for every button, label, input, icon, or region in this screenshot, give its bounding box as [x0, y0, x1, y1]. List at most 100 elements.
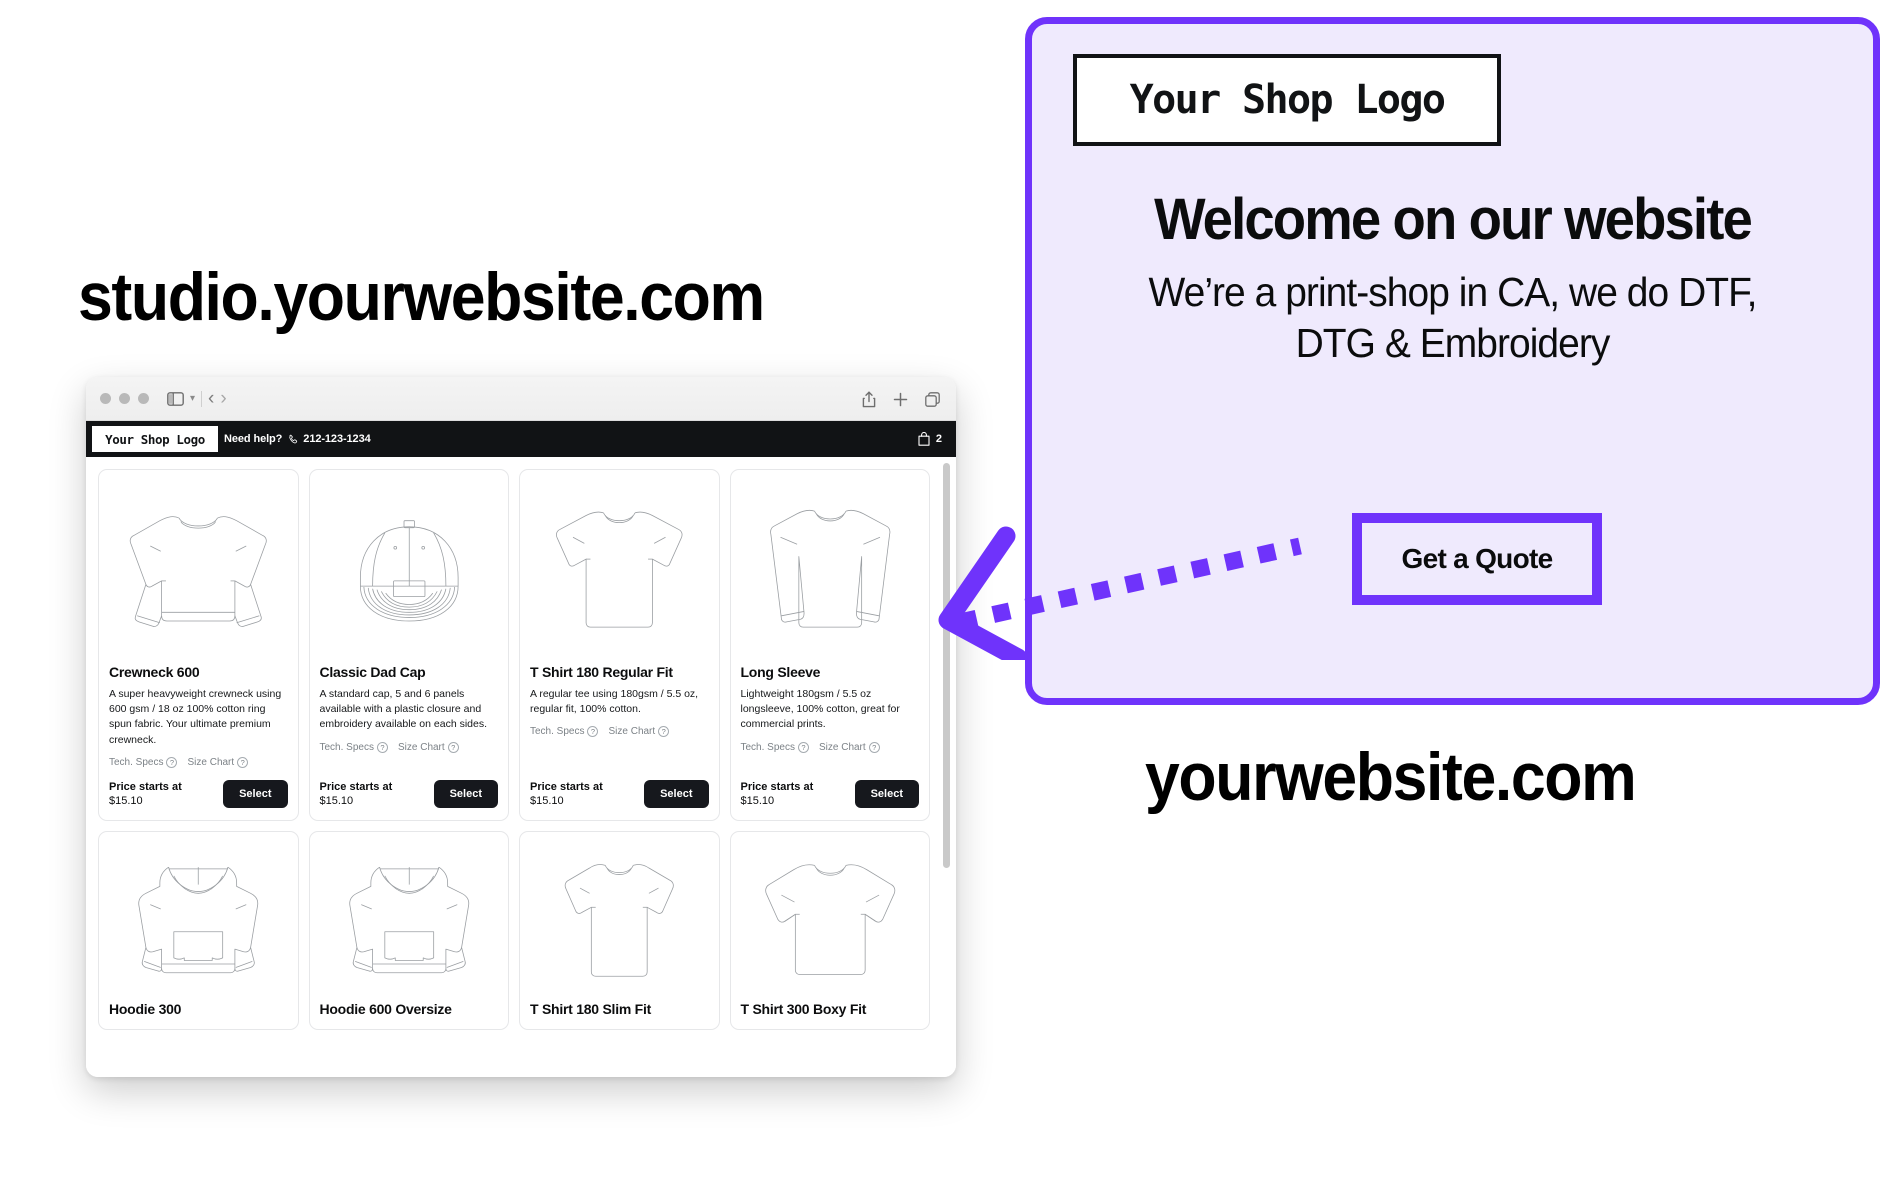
- product-meta: Tech. Specs ? Size Chart ?: [530, 726, 709, 738]
- product-description: A regular tee using 180gsm / 5.5 oz, reg…: [530, 688, 699, 716]
- product-price-row: Price starts at $15.10 Select: [319, 768, 498, 808]
- product-image-tshirt: [530, 842, 709, 997]
- product-image-tshirt: [530, 480, 709, 660]
- product-description: A super heavyweight crewneck using 600 g…: [109, 688, 282, 746]
- product-price: $15.10: [740, 795, 775, 808]
- chevron-down-icon[interactable]: ▾: [190, 393, 195, 404]
- product-title: T Shirt 300 Boxy Fit: [740, 1000, 867, 1017]
- shop-logo-badge[interactable]: Your Shop Logo: [90, 424, 220, 454]
- help-circle-icon[interactable]: ?: [868, 741, 880, 753]
- minimize-dot[interactable]: [119, 393, 130, 404]
- help-circle-icon[interactable]: ?: [237, 756, 249, 768]
- price-starts-at-label: Price starts at: [740, 781, 814, 794]
- phone-icon: [288, 434, 299, 445]
- product-price-row: Price starts at $15.10 Select: [109, 768, 288, 808]
- help-circle-icon[interactable]: ?: [797, 741, 809, 753]
- plus-icon[interactable]: [893, 392, 908, 407]
- product-title: Long Sleeve: [740, 664, 821, 680]
- product-card-hoodie-600-oversize[interactable]: Hoodie 600 Oversize: [308, 830, 509, 1030]
- browser-window: ▾ ‹ › Your Shop Logo Need help? 212-123-…: [86, 377, 956, 1077]
- select-button[interactable]: Select: [433, 779, 498, 808]
- product-meta: Tech. Specs ? Size Chart ?: [741, 741, 920, 753]
- browser-toolbar: ▾ ‹ ›: [86, 377, 956, 421]
- help-circle-icon[interactable]: ?: [166, 756, 178, 768]
- window-traffic-lights[interactable]: [100, 393, 149, 404]
- product-price: $15.10: [530, 795, 564, 808]
- product-card-t-shirt-180-regular-fit[interactable]: T Shirt 180 Regular Fit A regular tee us…: [519, 469, 720, 821]
- phone-link[interactable]: 212-123-1234: [288, 433, 371, 445]
- tech-specs-link[interactable]: Tech. Specs ?: [741, 741, 809, 753]
- product-image-boxytee: [741, 842, 920, 997]
- screenshot-root: studio.yourwebsite.com yourwebsite.com ▾: [0, 0, 1896, 1196]
- price-starts-at-label: Price starts at: [530, 781, 603, 794]
- size-chart-link[interactable]: Size Chart ?: [818, 741, 880, 753]
- product-grid: Crewneck 600 A super heavyweight crewnec…: [86, 457, 956, 1030]
- product-price-row: Price starts at $15.10 Select: [530, 768, 709, 808]
- cart-count: 2: [935, 433, 942, 445]
- product-card-classic-dad-cap[interactable]: Classic Dad Cap A standard cap, 5 and 6 …: [308, 469, 509, 821]
- product-image-hoodie: [109, 842, 288, 997]
- product-title: T Shirt 180 Slim Fit: [530, 1000, 652, 1017]
- need-help-label: Need help?: [224, 433, 283, 445]
- tech-specs-label: Tech. Specs: [530, 726, 585, 738]
- product-card-t-shirt-300-boxy-fit[interactable]: T Shirt 300 Boxy Fit: [729, 830, 930, 1030]
- forward-button[interactable]: ›: [220, 389, 226, 408]
- close-dot[interactable]: [100, 393, 111, 404]
- tech-specs-link[interactable]: Tech. Specs ?: [109, 756, 178, 768]
- product-catalog: Crewneck 600 A super heavyweight crewnec…: [86, 457, 956, 1077]
- product-description: A standard cap, 5 and 6 panels available…: [319, 688, 488, 731]
- site-url-heading: yourwebsite.com: [1145, 739, 1637, 815]
- product-card-crewneck-600[interactable]: Crewneck 600 A super heavyweight crewnec…: [98, 469, 299, 821]
- product-title: Classic Dad Cap: [319, 664, 426, 680]
- product-title: Crewneck 600: [109, 664, 200, 680]
- product-image-cap: [320, 480, 499, 660]
- product-image-longsleeve: [741, 480, 920, 660]
- product-description: Lightweight 180gsm / 5.5 oz longsleeve, …: [740, 688, 900, 731]
- toolbar-divider: [201, 390, 203, 407]
- product-image-crewneck: [109, 480, 288, 660]
- tech-specs-label: Tech. Specs: [319, 741, 374, 753]
- product-card-t-shirt-180-slim-fit[interactable]: T Shirt 180 Slim Fit: [519, 830, 720, 1030]
- tab-overview-icon[interactable]: [925, 391, 940, 407]
- product-title: T Shirt 180 Regular Fit: [530, 664, 673, 680]
- need-help-block: Need help? 212-123-1234: [224, 433, 371, 445]
- price-starts-at-label: Price starts at: [109, 781, 182, 794]
- cart-button[interactable]: 2: [918, 421, 942, 457]
- select-button[interactable]: Select: [223, 779, 288, 808]
- price-starts-at-label: Price starts at: [319, 781, 393, 794]
- product-price-row: Price starts at $15.10 Select: [740, 768, 919, 808]
- share-icon[interactable]: [862, 391, 876, 408]
- select-button[interactable]: Select: [854, 779, 919, 808]
- arrow-head-icon: [938, 526, 1028, 660]
- size-chart-label: Size Chart: [818, 741, 866, 753]
- studio-url-heading: studio.yourwebsite.com: [78, 259, 765, 335]
- size-chart-link[interactable]: Size Chart ?: [187, 756, 249, 768]
- tech-specs-link[interactable]: Tech. Specs ?: [530, 726, 599, 738]
- promo-shop-logo: Your Shop Logo: [1073, 54, 1501, 146]
- size-chart-link[interactable]: Size Chart ?: [398, 741, 459, 753]
- get-a-quote-button[interactable]: Get a Quote: [1352, 513, 1602, 605]
- page-scrollbar[interactable]: [943, 463, 950, 868]
- maximize-dot[interactable]: [138, 393, 149, 404]
- size-chart-label: Size Chart: [187, 756, 235, 768]
- help-circle-icon[interactable]: ?: [447, 741, 459, 753]
- product-card-long-sleeve[interactable]: Long Sleeve Lightweight 180gsm / 5.5 oz …: [729, 469, 930, 821]
- product-card-hoodie-300[interactable]: Hoodie 300: [98, 830, 299, 1030]
- sidebar-icon[interactable]: [167, 391, 184, 406]
- help-circle-icon[interactable]: ?: [658, 726, 670, 738]
- tech-specs-link[interactable]: Tech. Specs ?: [319, 741, 388, 753]
- product-title: Hoodie 300: [109, 1000, 182, 1017]
- promo-title: Welcome on our website: [1154, 187, 1753, 252]
- help-circle-icon[interactable]: ?: [587, 726, 599, 738]
- product-price: $15.10: [319, 795, 354, 808]
- size-chart-link[interactable]: Size Chart ?: [608, 726, 670, 738]
- product-price: $15.10: [109, 795, 143, 808]
- promo-subtitle: We’re a print-shop in CA, we do DTF, DTG…: [1148, 269, 1758, 366]
- help-circle-icon[interactable]: ?: [376, 741, 388, 753]
- shopping-bag-icon: [918, 432, 930, 446]
- site-header-bar: Your Shop Logo Need help? 212-123-1234 2: [86, 421, 956, 457]
- size-chart-label: Size Chart: [608, 726, 656, 738]
- promo-panel: Your Shop Logo Welcome on our website We…: [1025, 17, 1880, 705]
- back-button[interactable]: ‹: [208, 389, 214, 408]
- select-button[interactable]: Select: [644, 779, 709, 808]
